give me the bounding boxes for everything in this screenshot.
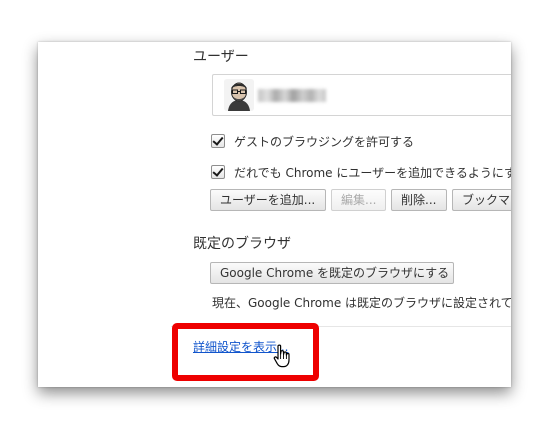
user-list-item[interactable] [213,75,511,115]
users-heading: ユーザー [193,49,249,65]
user-list [212,74,511,116]
allow-add-user-checkbox[interactable] [211,165,225,179]
edit-user-button[interactable]: 編集... [331,189,386,211]
make-default-browser-button[interactable]: Google Chrome を既定のブラウザにする [210,262,454,284]
hand-pointer-cursor-icon [273,344,290,368]
delete-user-button[interactable]: 削除... [391,189,447,211]
highlight-box [172,323,319,381]
default-browser-status: 現在、Google Chrome は既定のブラウザに設定されてい [212,296,511,310]
guest-browsing-label: ゲストのブラウジングを許可する [234,134,415,149]
allow-add-user-option[interactable]: だれでも Chrome にユーザーを追加できるようにす [211,163,511,181]
guest-browsing-checkbox[interactable] [211,134,225,148]
add-user-button[interactable]: ユーザーを追加... [210,189,326,211]
user-name-redacted [258,89,326,102]
default-browser-heading: 既定のブラウザ [193,236,291,252]
user-avatar-icon [224,79,254,111]
guest-browsing-option[interactable]: ゲストのブラウジングを許可する [211,132,414,150]
allow-add-user-label: だれでも Chrome にユーザーを追加できるようにす [234,165,511,180]
bookmarks-button[interactable]: ブックマ [452,189,511,211]
